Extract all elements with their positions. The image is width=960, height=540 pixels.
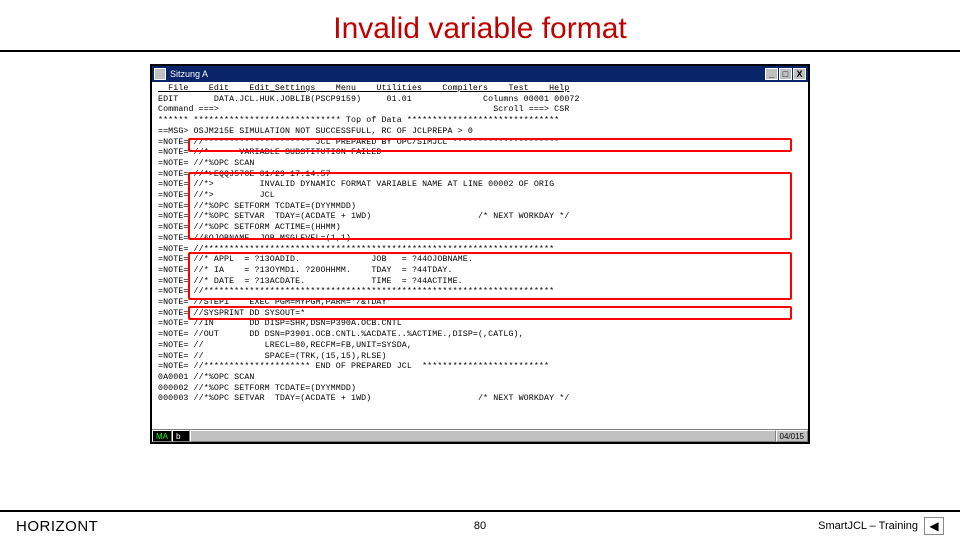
terminal-line: EDIT DATA.JCL.HUK.JOBLIB(PSCP9159) 01.01… bbox=[158, 95, 580, 104]
terminal-line: =NOTE= //&OJOBNAME. JOB MSGLEVEL=(1,1) bbox=[158, 234, 351, 243]
prev-slide-button[interactable]: ◀ bbox=[924, 517, 944, 535]
terminal-line: ****** ***************************** Top… bbox=[158, 116, 559, 125]
terminal-line: =NOTE= //*> INVALID DYNAMIC FORMAT VARIA… bbox=[158, 180, 554, 189]
terminal-line: =NOTE= //SYSPRINT DD SYSOUT=* bbox=[158, 309, 305, 318]
terminal-statusbar: MA b 04/015 bbox=[152, 429, 808, 442]
terminal-line: 000002 //*%OPC SETFORM TCDATE=(DYYMMDD) bbox=[158, 384, 356, 393]
terminal-line: =NOTE= //*%OPC SETFORM TCDATE=(DYYMMDD) bbox=[158, 202, 356, 211]
terminal-line: =NOTE= //*%OPC SETFORM ACTIME=(HHMM) bbox=[158, 223, 341, 232]
terminal-line: =NOTE= //STEP1 EXEC PGM=MYPGM,PARM='/&TD… bbox=[158, 298, 392, 307]
terminal-line: =NOTE= //* VARIABLE SUBSTITUTION FAILED bbox=[158, 148, 381, 157]
footer: HORIZONT 80 SmartJCL – Training ◀ bbox=[0, 510, 960, 540]
terminal-line: =NOTE= //*>EQQJ570E 01/29 17.14.57 bbox=[158, 170, 331, 179]
status-position: 04/015 bbox=[776, 430, 808, 442]
terminal-line: ==MSG> OSJM215E SIMULATION NOT SUCCESSFU… bbox=[158, 127, 473, 136]
slide: Invalid variable format Sitzung A _ □ X … bbox=[0, 0, 960, 540]
terminal-line: =NOTE= //********************* JCL PREPA… bbox=[158, 138, 559, 147]
terminal-line: =NOTE= //OUT DD DSN=P3901.OCB.CNTL.%ACDA… bbox=[158, 330, 524, 339]
terminal-line: =NOTE= // SPACE=(TRK,(15,15),RLSE) bbox=[158, 352, 387, 361]
maximize-button[interactable]: □ bbox=[779, 68, 792, 80]
terminal-titlebar: Sitzung A _ □ X bbox=[152, 66, 808, 82]
terminal-line: =NOTE= //*%OPC SCAN bbox=[158, 159, 255, 168]
terminal-line: =NOTE= //*%OPC SETVAR TDAY=(ACDATE + 1WD… bbox=[158, 212, 569, 221]
terminal-line: =NOTE= //* APPL = ?13OADID. JOB = ?44OJO… bbox=[158, 255, 473, 264]
slide-title: Invalid variable format bbox=[0, 0, 960, 50]
terminal-line: Command ===> Scroll ===> CSR bbox=[158, 105, 569, 114]
arrow-left-icon: ◀ bbox=[929, 519, 938, 533]
terminal-line: =NOTE= //* IA = ?13OYMD1. ?20OHHMM. TDAY… bbox=[158, 266, 453, 275]
terminal-line: =NOTE= //*******************************… bbox=[158, 245, 554, 254]
footer-title: SmartJCL – Training bbox=[818, 520, 918, 532]
window-title: Sitzung A bbox=[170, 69, 208, 79]
minimize-button[interactable]: _ bbox=[765, 68, 778, 80]
terminal-line: 000003 //*%OPC SETVAR TDAY=(ACDATE + 1WD… bbox=[158, 394, 569, 403]
title-divider bbox=[0, 50, 960, 52]
status-spacer bbox=[190, 430, 776, 442]
terminal-line: 0A0001 //*%OPC SCAN bbox=[158, 373, 255, 382]
footer-page-number: 80 bbox=[474, 520, 486, 532]
terminal-line: =NOTE= //*******************************… bbox=[158, 287, 554, 296]
terminal-line: =NOTE= //********************* END OF PR… bbox=[158, 362, 549, 371]
terminal-line bbox=[158, 405, 163, 414]
terminal-line: =NOTE= //*> JCL bbox=[158, 191, 275, 200]
status-ma: MA bbox=[152, 430, 172, 442]
terminal-menubar[interactable]: File Edit Edit_Settings Menu Utilities C… bbox=[158, 84, 569, 93]
terminal-line: =NOTE= //* DATE = ?13ACDATE. TIME = ?44A… bbox=[158, 277, 463, 286]
terminal-line: =NOTE= // LRECL=80,RECFM=FB,UNIT=SYSDA, bbox=[158, 341, 412, 350]
status-b: b bbox=[172, 430, 190, 442]
terminal-line: =NOTE= //IN DD DISP=SHR,DSN=P390A.OCB.CN… bbox=[158, 319, 402, 328]
window-icon bbox=[154, 68, 166, 80]
footer-brand: HORIZONT bbox=[16, 518, 98, 535]
terminal-body: File Edit Edit_Settings Menu Utilities C… bbox=[152, 82, 808, 429]
close-button[interactable]: X bbox=[793, 68, 806, 80]
terminal-window: Sitzung A _ □ X File Edit Edit_Settings … bbox=[150, 64, 810, 444]
